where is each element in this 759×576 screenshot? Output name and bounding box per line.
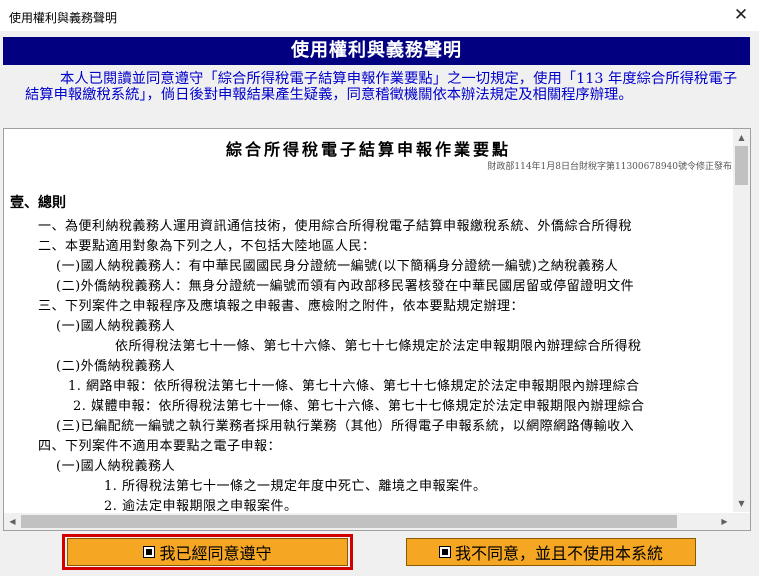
close-icon[interactable]: ✕ bbox=[728, 3, 754, 27]
dialog-body: 使用權利與義務聲明 本人已閱讀並同意遵守「綜合所得稅電子結算申報作業要點」之一切… bbox=[0, 31, 759, 576]
document-line: 2. 逾法定申報期限之申報案件。 bbox=[104, 499, 298, 512]
document-subtitle: 財政部114年1月8日台財稅字第11300678940號令修正發布 bbox=[487, 162, 732, 172]
arrow-up-icon[interactable]: ▲ bbox=[733, 129, 750, 146]
window-title: 使用權利與義務聲明 bbox=[9, 11, 118, 25]
square-bullet-icon bbox=[438, 546, 451, 558]
section-heading: 壹、總則 bbox=[10, 195, 66, 211]
document-line: (一)國人納稅義務人 bbox=[56, 319, 176, 334]
decline-button[interactable]: 我不同意，並且不使用本系統 bbox=[406, 538, 696, 566]
document-line: 四、下列案件不適用本要點之電子申報： bbox=[38, 439, 282, 454]
consent-statement: 本人已閱讀並同意遵守「綜合所得稅電子結算申報作業要點」之一切規定，使用「113 … bbox=[25, 71, 737, 103]
decline-button-label: 我不同意，並且不使用本系統 bbox=[454, 544, 663, 563]
document-title: 綜合所得稅電子結算申報作業要點 bbox=[225, 140, 511, 159]
agree-button-label: 我已經同意遵守 bbox=[159, 544, 272, 563]
page-title: 使用權利與義務聲明 bbox=[3, 37, 750, 65]
document-content: 綜合所得稅電子結算申報作業要點 財政部114年1月8日台財稅字第11300678… bbox=[4, 129, 733, 512]
document-line: 1. 網路申報：依所得稅法第七十一條、第七十六條、第七十七條規定於法定申報期限內… bbox=[68, 379, 640, 394]
document-line: (二)外僑納稅義務人 bbox=[56, 359, 176, 374]
agree-button[interactable]: 我已經同意遵守 bbox=[67, 538, 348, 566]
square-bullet-icon bbox=[143, 546, 156, 558]
document-viewer[interactable]: 綜合所得稅電子結算申報作業要點 財政部114年1月8日台財稅字第11300678… bbox=[3, 128, 751, 531]
document-line: (三)已編配統一編號之執行業務者採用執行業務（其他）所得電子申報系統，以網際網路… bbox=[56, 419, 635, 434]
arrow-left-icon[interactable]: ◀ bbox=[4, 513, 21, 530]
document-line: 一、為便利納稅義務人運用資訊通信技術，使用綜合所得稅電子結算申報繳稅系統、外僑綜… bbox=[38, 219, 633, 234]
horizontal-scrollbar[interactable]: ◀ ▶ bbox=[4, 513, 733, 530]
document-line: (二)外僑納稅義務人：無身分證統一編號而領有內政部移民署核發在中華民國居留或停留… bbox=[56, 279, 635, 294]
document-line: 依所得稅法第七十一條、第七十六條、第七十七條規定於法定申報期限內辦理綜合所得稅 bbox=[115, 339, 642, 354]
vertical-scroll-thumb[interactable] bbox=[735, 146, 748, 185]
document-line: (一)國人納稅義務人：有中華民國國民身分證統一編號(以下簡稱身分證統一編號)之納… bbox=[56, 259, 619, 274]
document-line: (一)國人納稅義務人 bbox=[56, 459, 176, 474]
document-line: 1. 所得稅法第七十一條之一規定年度中死亡、離境之申報案件。 bbox=[104, 479, 487, 494]
document-line: 二、本要點適用對象為下列之人，不包括大陸地區人民： bbox=[38, 239, 376, 254]
scrollbar-corner bbox=[733, 513, 750, 530]
arrow-down-icon[interactable]: ▼ bbox=[733, 495, 750, 512]
arrow-right-icon[interactable]: ▶ bbox=[716, 513, 733, 530]
window-titlebar: 使用權利與義務聲明 ✕ bbox=[0, 0, 759, 31]
document-line: 2. 媒體申報：依所得稅法第七十一條、第七十六條、第七十七條規定於法定申報期限內… bbox=[73, 399, 645, 414]
horizontal-scroll-thumb[interactable] bbox=[21, 515, 677, 528]
document-line: 三、下列案件之申報程序及應填報之申報書、應檢附之附件，依本要點規定辦理： bbox=[38, 299, 525, 314]
vertical-scrollbar[interactable]: ▲ ▼ bbox=[733, 129, 750, 512]
